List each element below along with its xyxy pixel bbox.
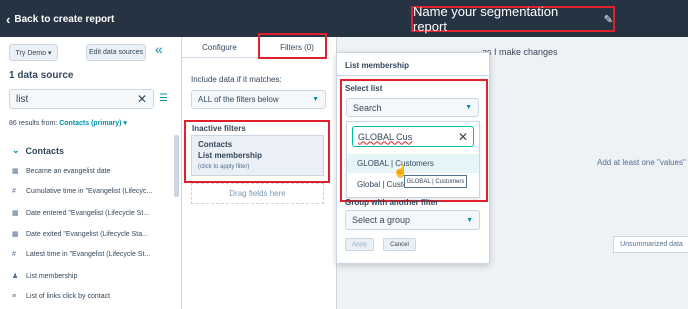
data-source-count: 1 data source: [9, 70, 74, 81]
calendar-icon: ▦: [12, 168, 19, 175]
caret-down-icon: ▼: [312, 96, 319, 103]
property-label: List of links click by contact: [26, 293, 111, 300]
auto-update-label: as I make changes: [482, 47, 558, 57]
property-label: Cumulative time in "Evangelist (Lifecyc.…: [26, 188, 153, 195]
cancel-button[interactable]: Cancel: [383, 238, 416, 251]
pencil-icon[interactable]: ✎: [604, 13, 613, 26]
group-select-dropdown[interactable]: Select a group ▼: [345, 210, 480, 230]
property-item[interactable]: ≡ List of links click by contact: [12, 293, 110, 300]
try-demo-button[interactable]: Try Demo ▾: [9, 44, 58, 61]
results-object-dropdown[interactable]: Contacts (primary) ▾: [59, 120, 127, 127]
collapse-sidebar-icon[interactable]: «: [155, 41, 163, 57]
tab-configure[interactable]: Configure: [182, 37, 257, 58]
canvas-hint: Add at least one "values" f: [597, 158, 688, 167]
unsummarized-data-button[interactable]: Unsummarized data: [613, 236, 688, 253]
list-membership-popover: List membership Select list Search ▼ GLO…: [336, 52, 491, 264]
group-filter-label: Group with another filter: [345, 198, 439, 207]
property-item[interactable]: ▦ Became an evangelist date: [12, 167, 111, 176]
property-label: Date entered "Evangelist (Lifecycle St..…: [26, 209, 150, 217]
property-item[interactable]: # Cumulative time in "Evangelist (Lifecy…: [12, 188, 152, 195]
report-name-editor[interactable]: Name your segmentation report ✎: [411, 4, 615, 34]
config-panel: Configure Filters (0) Include data if it…: [182, 37, 337, 309]
property-label: Date exited "Evangelist (Lifecycle Sta..…: [26, 230, 148, 238]
filter-drop-zone[interactable]: Drag fields here: [191, 183, 324, 204]
text-icon: ≡: [12, 293, 17, 300]
group-select-placeholder: Select a group: [352, 215, 411, 225]
number-icon: #: [12, 251, 16, 258]
property-search-input[interactable]: list ✕: [9, 89, 154, 109]
filters-tab-highlight: [258, 33, 327, 59]
include-match-value: ALL of the filters below: [198, 95, 279, 104]
chevron-down-icon: ⌄: [12, 145, 20, 155]
back-label: Back to create report: [14, 13, 115, 25]
property-label: Latest time in "Evangelist (Lifecycle St…: [26, 251, 151, 258]
caret-down-icon: ▼: [466, 216, 473, 224]
results-summary: 86 results from: Contacts (primary) ▾: [9, 119, 127, 127]
property-item[interactable]: ▦ Date exited "Evangelist (Lifecycle Sta…: [12, 230, 148, 239]
results-prefix: 86 results from:: [9, 120, 58, 127]
filter-settings-icon[interactable]: ☰: [159, 93, 168, 104]
users-icon: ♟: [12, 273, 19, 280]
apply-button[interactable]: Apply: [345, 238, 374, 251]
property-item[interactable]: # Latest time in "Evangelist (Lifecycle …: [12, 251, 150, 258]
property-label: List membership: [26, 272, 78, 280]
option-tooltip: GLOBAL | Customers: [404, 175, 467, 188]
number-icon: #: [12, 188, 16, 195]
sidebar-scrollbar[interactable]: [174, 135, 179, 197]
chevron-left-icon: ‹: [6, 11, 11, 27]
include-match-select[interactable]: ALL of the filters below ▼: [191, 90, 326, 109]
include-label: Include data if it matches:: [191, 75, 282, 84]
property-label: Became an evangelist date: [26, 167, 111, 175]
property-search-value: list: [16, 93, 29, 105]
clear-search-icon[interactable]: ✕: [137, 92, 147, 106]
divider: [337, 75, 491, 76]
top-bar: ‹ Back to create report Name your segmen…: [0, 0, 688, 37]
contacts-group-header[interactable]: ⌄ Contacts: [12, 145, 64, 156]
property-item[interactable]: ♟ List membership: [12, 272, 78, 281]
data-source-sidebar: Try Demo ▾ Edit data sources « 1 data so…: [0, 37, 182, 309]
report-name: Name your segmentation report: [413, 4, 559, 34]
edit-data-sources-button[interactable]: Edit data sources: [86, 44, 146, 61]
calendar-icon: ▦: [12, 231, 19, 238]
popover-title: List membership: [345, 61, 410, 70]
back-to-create-report-button[interactable]: ‹ Back to create report: [6, 10, 114, 28]
group-title: Contacts: [25, 145, 65, 156]
calendar-icon: ▦: [12, 210, 19, 217]
property-item[interactable]: ▦ Date entered "Evangelist (Lifecycle St…: [12, 209, 150, 218]
inactive-filters-highlight: [184, 120, 330, 183]
